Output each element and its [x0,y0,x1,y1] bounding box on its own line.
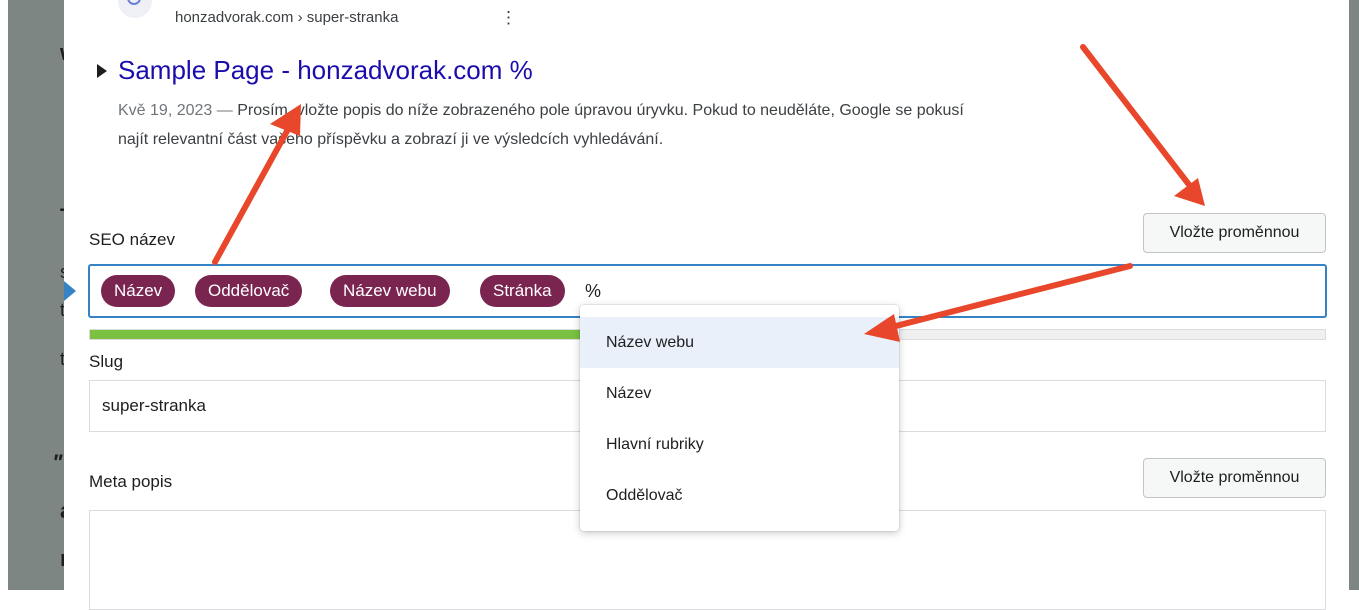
slug-label: Slug [89,352,124,371]
variable-pill[interactable]: Název [101,275,176,307]
variable-dropdown: Název webu Název Hlavní rubriky Oddělova… [580,305,899,531]
insert-variable-button[interactable]: Vložte proměnnou [1143,458,1326,498]
meta-description-label: Meta popis [89,472,173,491]
preview-description: Kvě 19, 2023 — Prosím, vložte popis do n… [118,96,978,154]
preview-breadcrumb: honzadvorak.com › super-stranka [175,9,399,26]
preview-title[interactable]: Sample Page - honzadvorak.com % [118,55,533,86]
insert-variable-button[interactable]: Vložte proměnnou [1143,213,1326,253]
preview-date: Kvě 19, 2023 — [118,102,238,119]
more-options-icon[interactable]: ⋮ [500,8,517,28]
seo-title-trailing-text: % [585,281,602,301]
variable-pill[interactable]: Název webu [330,275,450,307]
dropdown-item[interactable]: Název [580,368,899,419]
background-text: " [52,450,63,475]
collapse-handle-icon[interactable] [64,281,76,301]
left-gutter [0,0,8,590]
dropdown-item[interactable]: Název webu [580,317,899,368]
variable-pill[interactable]: Stránka [480,275,565,307]
dropdown-item[interactable]: Oddělovač [580,470,899,521]
expand-triangle-icon[interactable] [97,64,107,78]
dropdown-item[interactable]: Hlavní rubriky [580,419,899,470]
seo-title-label: SEO název [89,230,175,249]
variable-pill[interactable]: Oddělovač [195,275,303,307]
seo-title-length-fill [90,330,584,339]
preview-description-text: Prosím, vložte popis do níže zobrazeného… [118,102,964,148]
